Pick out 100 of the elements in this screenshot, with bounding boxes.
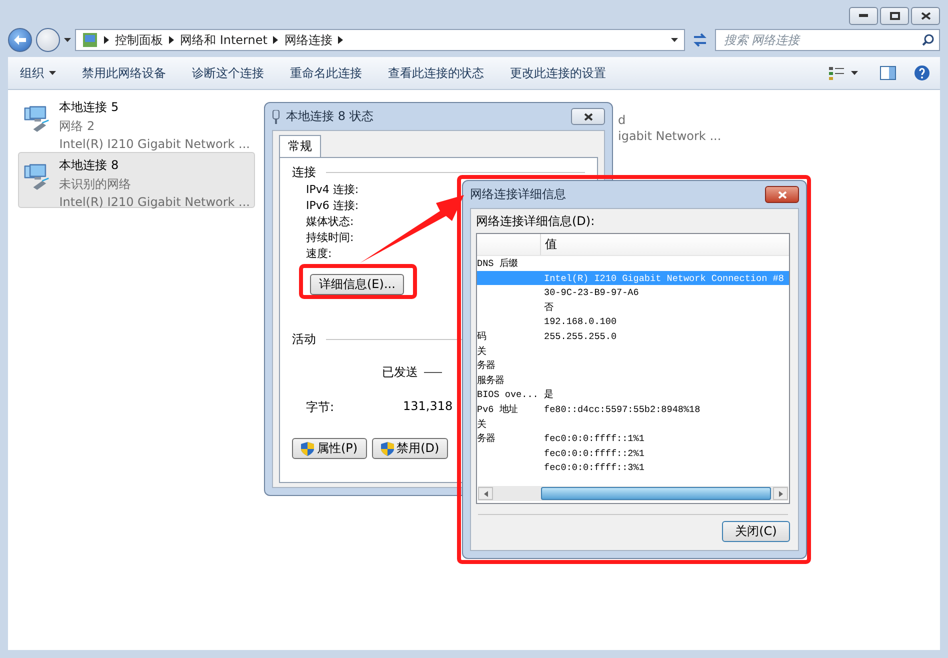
sent-label: 已发送 (382, 364, 418, 381)
minimize-button[interactable] (849, 6, 878, 24)
connection-name: 本地连接 5 (59, 99, 120, 116)
toolbar-button[interactable]: 禁用此网络设备 (74, 60, 174, 86)
chevron-icon (104, 36, 109, 44)
value-cell-text: 否 (543, 302, 553, 313)
property-cell: 关 (477, 418, 486, 430)
list-row[interactable]: 务器 fec0:0:0:ffff::1%1 (477, 431, 789, 446)
left-arrow-icon (484, 490, 488, 496)
field-label: 持续时间: (306, 230, 354, 246)
value-cell-text: 是 (543, 389, 553, 400)
field-label: IPv6 连接: (306, 198, 359, 214)
property-cell: 服务器 (477, 374, 504, 386)
network-plug-icon (272, 110, 280, 124)
group-heading: 活动 (292, 331, 316, 348)
field-label: IPv4 连接: (306, 182, 359, 198)
list-row[interactable]: 务器 (477, 358, 789, 373)
scroll-thumb[interactable] (541, 487, 771, 500)
list-row[interactable]: DNS 后缀 (477, 256, 789, 271)
bytes-label: 字节: (306, 399, 334, 416)
close-button[interactable] (571, 108, 605, 125)
list-row[interactable]: 服务器 (477, 372, 789, 388)
caret-icon (64, 38, 71, 42)
search-field[interactable]: 搜索 网络连接 (715, 29, 940, 51)
property-cell: 码 (477, 330, 486, 342)
close-button[interactable] (765, 186, 799, 203)
close-icon (584, 112, 592, 120)
caret-icon (851, 71, 858, 75)
right-arrow-icon (778, 490, 782, 496)
list-row[interactable]: fec0:0:0:ffff::2%1 (477, 446, 789, 460)
value-cell-text: fec0:0:0:ffff::3%1 (543, 462, 644, 474)
breadcrumb-item[interactable]: 控制面板 (115, 32, 163, 48)
minimize-icon (859, 14, 868, 17)
list-row[interactable]: fec0:0:0:ffff::3%1 (477, 460, 789, 475)
back-arrow-icon (14, 35, 26, 45)
list-row[interactable]: 码 255.255.255.0 (477, 328, 789, 344)
property-cell: Pv6 地址 (477, 404, 518, 415)
list-row[interactable]: 关 (477, 344, 789, 358)
chevron-icon (338, 36, 344, 44)
value-cell-text: 255.255.255.0 (543, 330, 617, 342)
connection-device: Intel(R) I210 Gigabit Network ... (59, 195, 250, 209)
toolbar-button[interactable]: 诊断这个连接 (184, 60, 272, 86)
connection-name: 本地连接 8 (59, 157, 120, 174)
search-icon (922, 34, 934, 46)
caret-icon (671, 38, 678, 42)
toolbar-button[interactable]: 更改此连接的设置 (502, 60, 614, 86)
close-icon (920, 12, 930, 20)
details-button[interactable]: 详细信息(E)... (310, 274, 404, 295)
value-cell-text: 30-9C-23-B9-97-A6 (543, 287, 639, 298)
field-label: 速度: (306, 246, 332, 262)
property-cell: 务器 (477, 433, 495, 444)
close-dialog-button[interactable]: 关闭(C) (722, 521, 790, 542)
list-row[interactable]: 192.168.0.100 (477, 314, 789, 329)
toolbar-button[interactable]: 重命名此连接 (282, 60, 370, 86)
help-icon[interactable] (914, 65, 930, 81)
address-bar[interactable]: 控制面板 网络和 Internet 网络连接 (75, 29, 685, 51)
dialog-button[interactable]: 属性(P) (292, 438, 367, 459)
connection-device: Intel(R) I210 Gigabit Network ... (59, 137, 250, 151)
dialog-title: 本地连接 8 状态 (286, 108, 374, 125)
value-cell-text: fe80::d4cc:5597:55b2:8948%18 (543, 404, 700, 415)
forward-button[interactable] (36, 28, 60, 52)
chevron-icon (169, 36, 174, 44)
toolbar-button[interactable]: 查看此连接的状态 (380, 60, 492, 86)
property-cell: BIOS ove... (477, 389, 538, 400)
connection-status: 网络 2 (59, 118, 96, 135)
dialog-title: 网络连接详细信息 (470, 186, 567, 203)
breadcrumb-item[interactable]: 网络和 Internet (180, 32, 268, 48)
value-cell-text: Intel(R) I210 Gigabit Network Connection #8 (543, 272, 784, 284)
list-row[interactable]: 30-9C-23-B9-97-A6 (477, 285, 789, 300)
group-heading: 连接 (292, 164, 316, 181)
horizontal-scrollbar[interactable] (478, 486, 788, 501)
connection-status: 未识别的网络 (59, 176, 132, 193)
toolbar-button[interactable]: 组织 (12, 60, 64, 86)
dialog-button[interactable]: 禁用(D) (372, 438, 448, 459)
breadcrumb-item[interactable]: 网络连接 (284, 32, 332, 48)
list-label: 网络连接详细信息(D): (476, 213, 596, 230)
property-cell: 关 (477, 346, 486, 357)
field-label: 媒体状态: (306, 214, 354, 230)
view-options-icon[interactable] (829, 66, 845, 80)
list-row[interactable]: Pv6 地址 fe80::d4cc:5597:55b2:8948%18 (477, 402, 789, 417)
close-icon (778, 190, 786, 198)
value-cell-text: 192.168.0.100 (543, 316, 617, 328)
shield-icon (301, 442, 314, 456)
preview-pane-icon[interactable] (880, 66, 896, 80)
chevron-icon (273, 36, 278, 44)
list-row[interactable]: BIOS ove... 是 (477, 387, 789, 402)
close-button[interactable] (911, 6, 940, 24)
back-button[interactable] (8, 28, 32, 52)
bytes-sent: 131,318 (403, 399, 453, 415)
maximize-button[interactable] (880, 6, 909, 24)
connection-item[interactable]: 本地连接 8 未识别的网络 Intel(R) I210 Gigabit Network ... (18, 152, 255, 208)
value-cell-text: fec0:0:0:ffff::1%1 (543, 433, 644, 444)
list-row[interactable]: 关 (477, 416, 789, 432)
connection-item[interactable]: 本地连接 5 网络 2 Intel(R) I210 Gigabit Network ... (18, 94, 255, 150)
value-cell-text: fec0:0:0:ffff::2%1 (543, 448, 644, 459)
connection-device: igabit Network ... (618, 129, 722, 143)
tab[interactable]: 常规 (279, 135, 321, 157)
shield-icon (380, 442, 394, 456)
connection-status: d (618, 113, 627, 127)
list-row[interactable]: 否 (477, 300, 789, 314)
